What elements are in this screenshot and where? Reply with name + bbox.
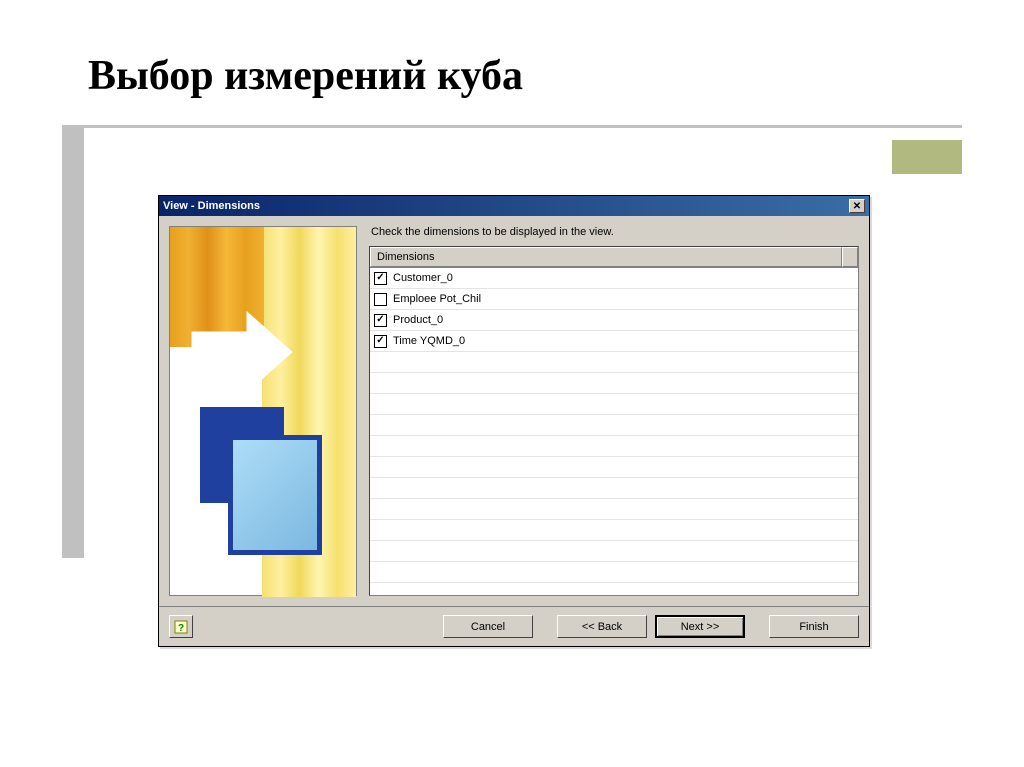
empty-row [370, 478, 858, 499]
titlebar: View - Dimensions ✕ [159, 196, 869, 216]
next-button[interactable]: Next >> [655, 615, 745, 638]
list-item-label: Customer_0 [393, 272, 453, 284]
wizard-graphic [169, 226, 357, 596]
cancel-button[interactable]: Cancel [443, 615, 533, 638]
empty-row [370, 436, 858, 457]
empty-row [370, 520, 858, 541]
content-panel: Check the dimensions to be displayed in … [369, 226, 859, 596]
list-item[interactable]: Product_0 [370, 310, 858, 331]
instruction-text: Check the dimensions to be displayed in … [369, 226, 859, 238]
list-header: Dimensions [370, 247, 858, 268]
list-item[interactable]: Customer_0 [370, 268, 858, 289]
slide-decor-top [892, 140, 962, 174]
button-row: ? Cancel << Back Next >> Finish [159, 606, 869, 646]
slide-decor-left [62, 128, 84, 558]
checkbox[interactable] [374, 293, 387, 306]
slide-title: Выбор измерений куба [88, 52, 523, 100]
finish-button[interactable]: Finish [769, 615, 859, 638]
svg-text:?: ? [178, 623, 184, 634]
dimensions-listbox: Dimensions Customer_0 Emploee Pot_Chil Pro… [369, 246, 859, 596]
empty-row [370, 499, 858, 520]
help-button[interactable]: ? [169, 615, 193, 638]
list-item-label: Emploee Pot_Chil [393, 293, 481, 305]
help-icon: ? [174, 620, 188, 634]
graphic-doc-front [228, 435, 322, 555]
checkbox[interactable] [374, 335, 387, 348]
title-underline [62, 125, 962, 128]
empty-row [370, 457, 858, 478]
checkbox[interactable] [374, 272, 387, 285]
checkbox[interactable] [374, 314, 387, 327]
back-button[interactable]: << Back [557, 615, 647, 638]
wizard-dialog: View - Dimensions ✕ Check the dimensions… [158, 195, 870, 647]
list-item[interactable]: Emploee Pot_Chil [370, 289, 858, 310]
list-item-label: Product_0 [393, 314, 443, 326]
close-icon: ✕ [853, 201, 861, 212]
empty-row [370, 373, 858, 394]
close-button[interactable]: ✕ [849, 199, 865, 213]
list-rows[interactable]: Customer_0 Emploee Pot_Chil Product_0 Time … [370, 268, 858, 595]
column-header-dimensions[interactable]: Dimensions [370, 247, 842, 267]
empty-row [370, 562, 858, 583]
column-header-spacer [842, 247, 858, 267]
list-item-label: Time YQMD_0 [393, 335, 465, 347]
list-item[interactable]: Time YQMD_0 [370, 331, 858, 352]
empty-row [370, 415, 858, 436]
dialog-body: Check the dimensions to be displayed in … [159, 216, 869, 606]
dialog-title: View - Dimensions [163, 200, 849, 212]
empty-row [370, 541, 858, 562]
empty-row [370, 352, 858, 373]
empty-row [370, 394, 858, 415]
